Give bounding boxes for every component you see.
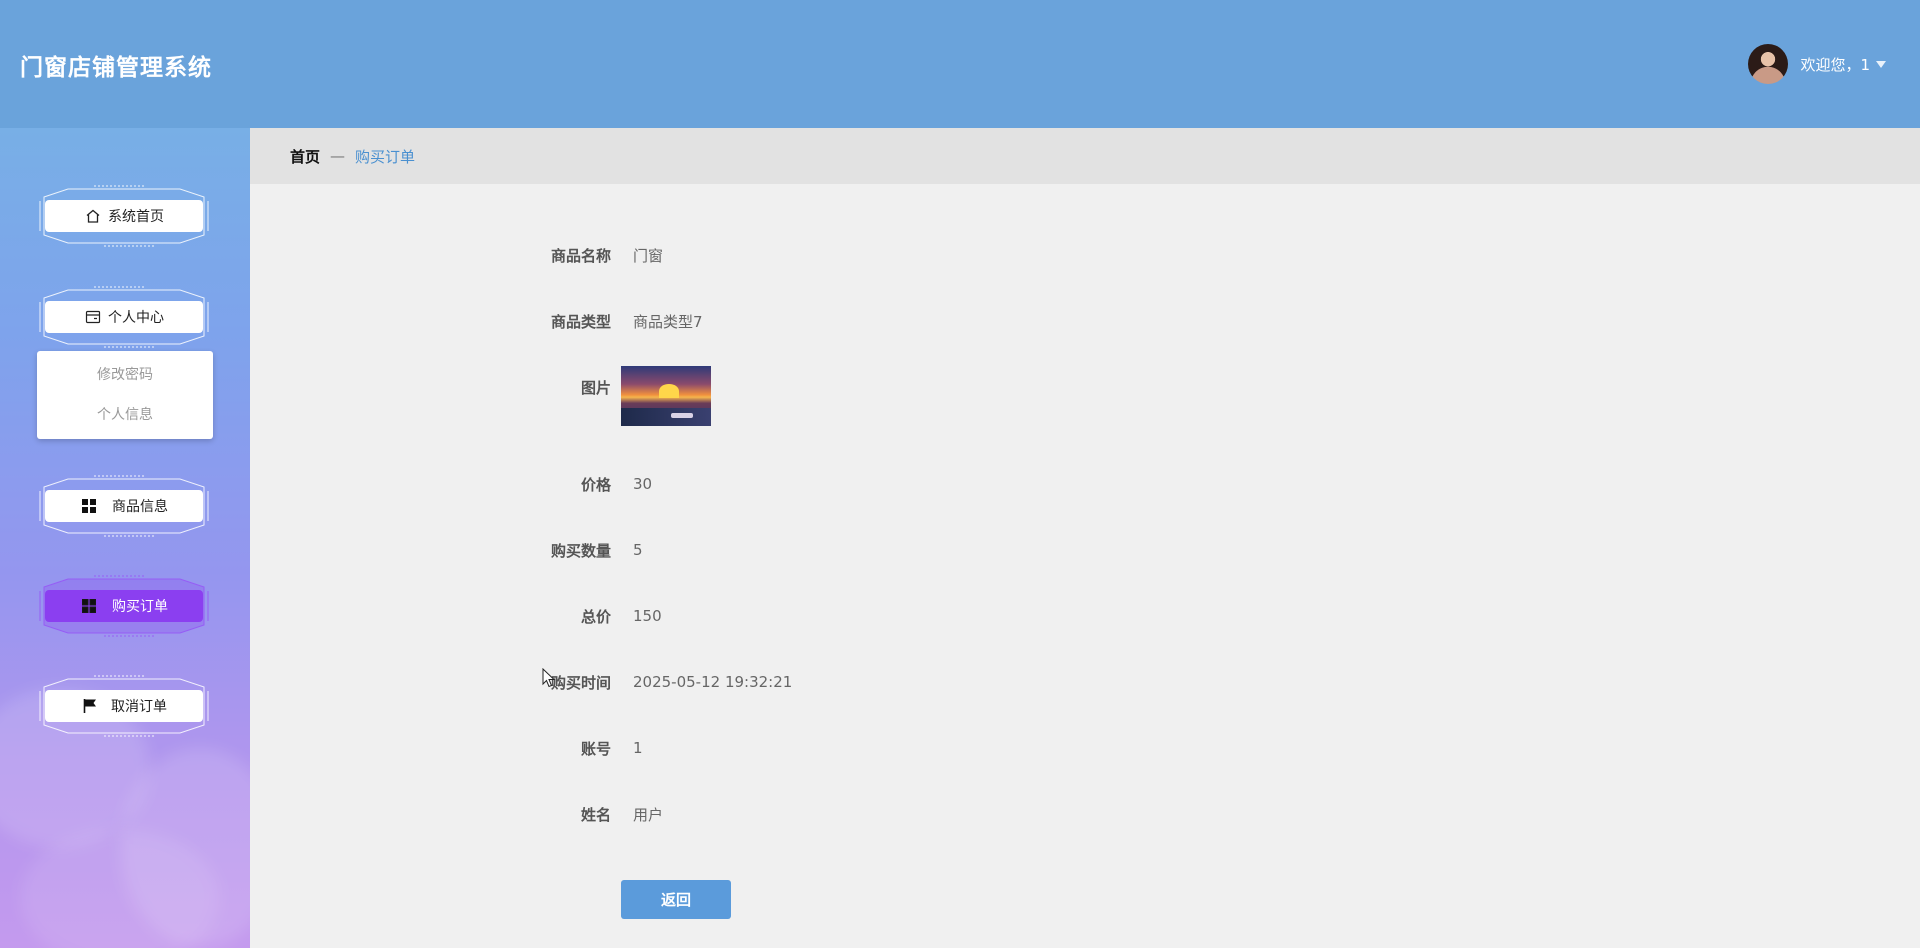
sidebar-item-personal-center[interactable]: 个人中心 [38,284,210,350]
sidebar-personal-center-button[interactable]: 个人中心 [45,301,203,333]
wallet-icon [84,308,102,326]
shore-decoration [621,408,711,426]
field-value: 商品类型7 [633,312,703,331]
field-image: 图片 [500,377,611,397]
field-name: 姓名 用户 [500,804,663,824]
product-image[interactable] [621,366,711,426]
welcome-text: 欢迎您，1 [1800,55,1870,74]
back-button[interactable]: 返回 [621,880,731,919]
field-label: 商品类型 [550,312,611,331]
sidebar-item-label: 个人中心 [108,310,164,326]
sidebar-cancel-orders-button[interactable]: 取消订单 [45,690,203,722]
grid-icon [80,597,98,615]
sidebar-item-label: 购买订单 [112,599,168,615]
sidebar-home-button[interactable]: 系统首页 [45,200,203,232]
personal-center-submenu: 修改密码 个人信息 [37,351,213,439]
submenu-item-personal-info[interactable]: 个人信息 [37,395,213,435]
field-price: 价格 30 [500,474,652,494]
breadcrumb-separator: — [330,147,346,165]
sidebar-purchase-orders-button[interactable]: 购买订单 [45,590,203,622]
sidebar-item-cancel-orders[interactable]: 取消订单 [38,673,210,739]
caret-down-icon[interactable] [1876,60,1886,68]
breadcrumb-current: 购买订单 [355,147,416,166]
sunset-sun-decoration [659,384,679,398]
field-value: 30 [633,475,653,493]
mouse-cursor-icon [542,668,556,688]
field-label: 账号 [580,739,611,758]
grid-icon [80,497,98,515]
field-value: 150 [633,607,662,625]
field-label: 价格 [580,475,611,494]
field-label: 姓名 [580,805,611,824]
field-product-type: 商品类型 商品类型7 [500,311,703,331]
flag-icon [81,697,99,715]
sidebar-item-purchase-orders[interactable]: 购买订单 [38,573,210,639]
sidebar-item-label: 系统首页 [108,209,164,225]
field-value: 5 [633,541,643,559]
avatar[interactable] [1748,44,1789,84]
breadcrumb: 首页 — 购买订单 [250,128,1920,184]
field-label: 总价 [580,607,611,626]
field-total-price: 总价 150 [500,606,662,626]
sidebar-item-products[interactable]: 商品信息 [38,473,210,539]
field-value: 1 [633,739,643,757]
boat-decoration [671,413,693,418]
field-label: 商品名称 [550,246,611,265]
app-title: 门窗店铺管理系统 [20,55,212,81]
sidebar-products-button[interactable]: 商品信息 [45,490,203,522]
user-menu[interactable]: 欢迎您，1 [1748,44,1886,84]
submenu-item-change-password[interactable]: 修改密码 [37,355,213,395]
field-label: 图片 [580,378,611,397]
field-quantity: 购买数量 5 [500,540,643,560]
field-value: 门窗 [633,246,664,265]
field-product-name: 商品名称 门窗 [500,245,663,265]
field-label: 购买数量 [550,541,611,560]
field-value: 2025-05-12 19:32:21 [633,673,793,691]
sidebar-item-label: 商品信息 [112,499,168,515]
top-header: 门窗店铺管理系统 欢迎您，1 [0,0,1920,128]
sidebar-item-label: 取消订单 [111,699,167,715]
field-value: 用户 [633,805,664,824]
sidebar-item-home[interactable]: 系统首页 [38,183,210,249]
breadcrumb-home[interactable]: 首页 [290,146,320,167]
home-icon [84,207,102,225]
field-account: 账号 1 [500,738,643,758]
